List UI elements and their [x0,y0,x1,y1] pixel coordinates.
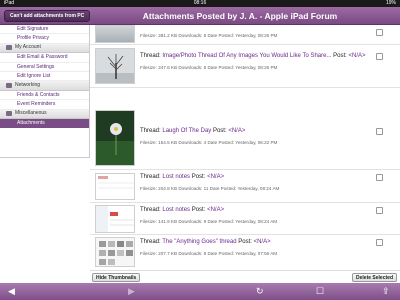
hide-thumbnails-button[interactable]: Hide Thumbnails [92,273,141,282]
thread-line: Thread: Image/Photo Thread Of Any Images… [140,53,366,59]
sidebar-item-profile-privacy[interactable]: Profile Privacy [0,34,89,44]
attachment-row: Thread: Lost notes Post: <N/A> Filesize:… [90,203,400,235]
sidebar-section-miscellaneous: Miscellaneous [0,109,89,119]
battery-level: 19% [385,0,396,6]
attachment-thumbnail[interactable] [95,173,135,200]
sidebar-item-general-settings[interactable]: General Settings [0,62,89,72]
back-icon[interactable]: ◀ [8,286,15,297]
thread-line: Thread: Lost notes Post: <N/A> [140,174,225,180]
attachment-meta: Filesize: 347.6 KB Downloads: 8 Date Pos… [140,65,278,70]
attachment-meta: Filesize: 154.5 KB Downloads: 4 Date Pos… [140,140,278,145]
network-icon [6,83,12,89]
share-icon[interactable]: ⇪ [382,286,390,297]
thread-line: Thread: Lost notes Post: <N/A> [140,207,225,213]
post-link[interactable]: <N/A> [349,53,366,59]
attachment-row: Thread: The "Anything Goes" thread Post:… [90,235,400,270]
attachment-row: Thread: Image/Photo Thread Of Any Images… [90,45,400,88]
flower-photo [96,111,134,165]
thread-line: Thread: The "Anything Goes" thread Post:… [140,239,271,245]
select-checkbox[interactable] [376,29,383,36]
thread-link[interactable]: Laugh Of The Day [162,128,211,134]
browser-toolbar: ◀ ▶ ↻ ☐ ⇪ [0,283,400,300]
notes-screenshot [96,174,134,199]
select-checkbox[interactable] [376,207,383,214]
attachments-list: Filesize: 381.2 KB Downloads: 8 Date Pos… [90,25,400,270]
post-link[interactable]: <N/A> [254,239,271,245]
sidebar-section-label: Networking [15,81,41,88]
select-checkbox[interactable] [376,239,383,246]
attachment-thumbnail[interactable] [95,25,135,43]
app-screenshot [96,206,134,232]
refresh-icon[interactable]: ↻ [256,286,264,297]
attachment-thumbnail[interactable] [95,205,135,233]
attachment-row: Thread: Lost notes Post: <N/A> Filesize:… [90,170,400,203]
thread-link[interactable]: Lost notes [162,207,190,213]
misc-icon [6,111,12,117]
attachment-meta: Filesize: 207.7 KB Downloads: 8 Date Pos… [140,251,278,256]
sidebar-section-label: My Account [15,44,41,51]
sidebar-item-edit-ignore-list[interactable]: Edit Ignore List [0,71,89,82]
page-header: Can't add attachments from PC Attachment… [0,7,400,25]
user-icon [6,45,12,51]
status-bar: iPad 08:16 19% [0,0,400,7]
attachment-thumbnail[interactable] [95,48,135,84]
clock: 08:16 [193,0,207,6]
delete-selected-button[interactable]: Delete Selected [352,273,397,282]
sidebar-item-friends-contacts[interactable]: Friends & Contacts [0,90,89,101]
sidebar-section-networking: Networking [0,81,89,91]
forward-icon[interactable]: ▶ [128,286,135,297]
tree-photo [96,49,134,83]
select-checkbox[interactable] [376,53,383,60]
bookmark-icon[interactable]: ☐ [316,286,324,297]
sidebar-item-edit-email-password[interactable]: Edit Email & Password [0,53,89,63]
sidebar-item-attachments[interactable]: Attachments [0,118,89,129]
post-link[interactable]: <N/A> [207,207,224,213]
post-link[interactable]: <N/A> [207,174,224,180]
attachment-meta: Filesize: 141.9 KB Downloads: 9 Date Pos… [140,219,278,224]
action-bar: Hide Thumbnails Delete Selected [90,270,400,283]
thread-link[interactable]: Lost notes [162,174,190,180]
sidebar-menu: Edit Signature Profile Privacy My Accoun… [0,25,90,158]
attachment-meta: Filesize: 381.2 KB Downloads: 8 Date Pos… [140,33,278,38]
sidebar-section-my-account: My Account [0,43,89,54]
grid-screenshot [96,238,134,266]
sidebar-item-edit-signature[interactable]: Edit Signature [0,25,89,35]
attachment-thumbnail[interactable] [95,110,135,166]
sidebar-section-label: Miscellaneous [15,110,47,117]
select-checkbox[interactable] [376,174,383,181]
header-button[interactable]: Can't add attachments from PC [4,10,91,22]
thread-line: Thread: Laugh Of The Day Post: <N/A> [140,128,246,134]
page-title: Attachments Posted by J. A. - Apple iPad… [142,11,338,21]
thread-link[interactable]: The "Anything Goes" thread [162,239,236,245]
attachment-thumbnail[interactable] [95,237,135,267]
attachment-row: Filesize: 381.2 KB Downloads: 8 Date Pos… [90,25,400,45]
thread-link[interactable]: Image/Photo Thread Of Any Images You Wou… [162,53,331,59]
post-link[interactable]: <N/A> [228,128,245,134]
attachment-row: Thread: Laugh Of The Day Post: <N/A> Fil… [90,88,400,170]
select-checkbox[interactable] [376,128,383,135]
attachment-meta: Filesize: 204.8 KB Downloads: 11 Date Po… [140,186,280,191]
